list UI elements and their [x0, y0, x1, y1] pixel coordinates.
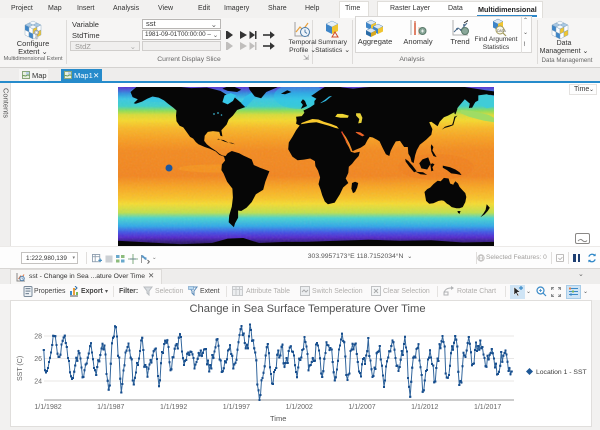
svg-text:DATA: DATA: [497, 29, 506, 33]
svg-text:1/1/1982: 1/1/1982: [34, 404, 61, 411]
svg-text:1/1/1997: 1/1/1997: [223, 404, 250, 411]
svg-text:SST (C): SST (C): [17, 356, 24, 381]
svg-text:28: 28: [34, 334, 42, 341]
svg-text:24: 24: [34, 379, 42, 386]
svg-text:Location 1 - SST: Location 1 - SST: [536, 369, 587, 376]
svg-text:1/1/1992: 1/1/1992: [160, 404, 187, 411]
svg-text:1/1/2007: 1/1/2007: [348, 404, 375, 411]
svg-text:Time: Time: [270, 414, 286, 423]
svg-text:1/1/2012: 1/1/2012: [411, 404, 438, 411]
svg-text:1/1/2002: 1/1/2002: [286, 404, 313, 411]
svg-text:26: 26: [34, 356, 42, 363]
svg-text:1/1/1987: 1/1/1987: [97, 404, 124, 411]
svg-text:1/1/2017: 1/1/2017: [474, 404, 501, 411]
